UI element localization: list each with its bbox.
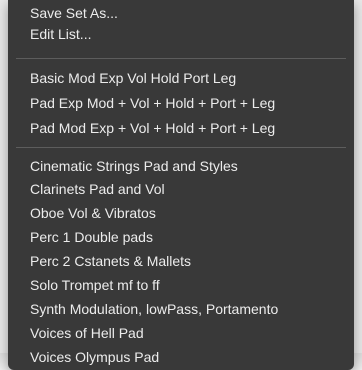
menu-item-cinematic-strings[interactable]: Cinematic Strings Pad and Styles (30, 156, 238, 177)
menu-item-basic-mod-exp[interactable]: Basic Mod Exp Vol Hold Port Leg (30, 68, 236, 89)
menu-item-voices-olympus[interactable]: Voices Olympus Pad (30, 347, 159, 368)
menu-item-pad-mod-exp[interactable]: Pad Mod Exp + Vol + Hold + Port + Leg (30, 118, 275, 139)
menu-separator (16, 147, 346, 148)
menu-item-oboe[interactable]: Oboe Vol & Vibratos (30, 203, 156, 224)
menu-item-perc-2[interactable]: Perc 2 Cstanets & Mallets (30, 251, 191, 272)
menu-item-solo-trompet[interactable]: Solo Trompet mf to ff (30, 275, 160, 296)
menu-item-edit-list[interactable]: Edit List... (30, 24, 91, 45)
menu-item-save-set-as[interactable]: Save Set As... (30, 3, 118, 24)
menu-item-perc-1[interactable]: Perc 1 Double pads (30, 227, 153, 248)
menu-item-synth-modulation[interactable]: Synth Modulation, lowPass, Portamento (30, 299, 278, 320)
menu-item-pad-exp-mod[interactable]: Pad Exp Mod + Vol + Hold + Port + Leg (30, 93, 275, 114)
menu-item-clarinets[interactable]: Clarinets Pad and Vol (30, 179, 165, 200)
menu-separator (16, 58, 346, 59)
context-menu: Save Set As... Edit List... Basic Mod Ex… (8, 0, 354, 370)
menu-item-voices-of-hell[interactable]: Voices of Hell Pad (30, 323, 144, 344)
